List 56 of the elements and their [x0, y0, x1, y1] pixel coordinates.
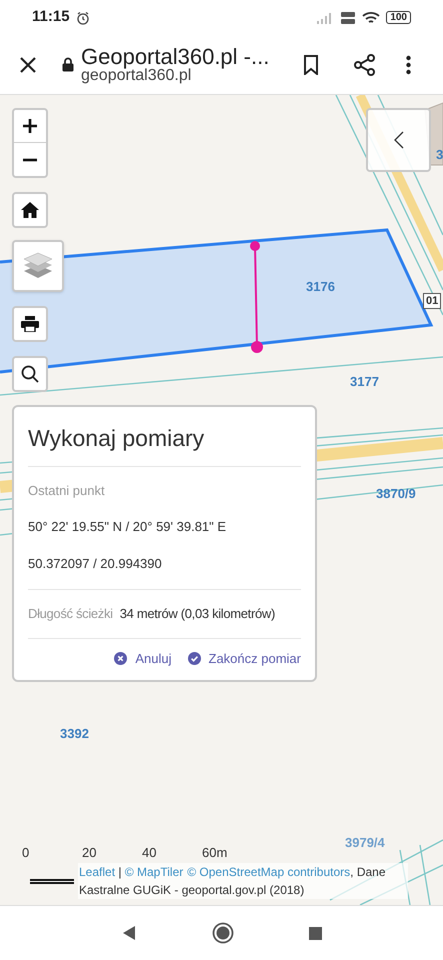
- search-button[interactable]: [12, 356, 48, 392]
- bookmark-icon: [303, 54, 319, 74]
- scale-label: 40: [142, 845, 158, 860]
- sidebar-toggle-button[interactable]: [366, 108, 431, 172]
- layers-icon: [22, 251, 54, 281]
- attribution-link[interactable]: © MapTiler: [124, 865, 184, 879]
- share-icon: [354, 54, 376, 76]
- parcel-number: 3: [436, 146, 443, 164]
- back-button[interactable]: [120, 925, 136, 941]
- scale-label: 60m: [202, 845, 228, 860]
- parcel-number: 3979/4: [345, 834, 385, 852]
- clock-time: 11:15: [32, 7, 70, 28]
- print-button[interactable]: [12, 306, 48, 342]
- share-button[interactable]: [353, 52, 377, 76]
- recents-button[interactable]: [308, 926, 322, 940]
- layers-button[interactable]: [12, 240, 64, 292]
- page-title: Geoportal360.pl -...: [81, 46, 270, 68]
- panel-title: Wykonaj pomiary: [28, 424, 206, 453]
- home-nav-button[interactable]: [212, 922, 234, 944]
- scale-label: 0: [22, 845, 30, 860]
- home-button[interactable]: [12, 192, 48, 228]
- triangle-left-icon: [122, 926, 134, 940]
- parcel-number: 3870/9: [376, 485, 416, 503]
- path-length-value: 34 metrów (0,03 kilometrów): [120, 605, 275, 623]
- square-icon: [309, 926, 322, 940]
- parcel-number: 01: [423, 293, 442, 309]
- printer-icon: [21, 316, 39, 332]
- parcel-number: 3392: [60, 725, 89, 743]
- map-attribution: Leaflet | © MapTiler © OpenStreetMap contributors, Dane Kastralne GUGiK - geoportal.gov.pl (2018): [78, 863, 408, 899]
- path-length-label: Długość ścieżki: [28, 605, 113, 623]
- parcel-number: 3177: [350, 373, 379, 391]
- minus-icon: [23, 158, 37, 162]
- parcel-number: 3176: [306, 278, 335, 296]
- search-icon: [21, 365, 39, 383]
- scale-bar: [30, 879, 74, 884]
- attribution-link[interactable]: Leaflet: [79, 865, 116, 879]
- scale-label: 20: [82, 845, 98, 860]
- circle-icon: [212, 922, 234, 944]
- close-icon: [19, 56, 37, 74]
- section-label: Ostatni punkt: [28, 482, 106, 500]
- cancel-button[interactable]: Anuluj: [114, 648, 172, 668]
- plus-icon: [23, 119, 37, 133]
- coordinates-decimal: 50.372097 / 20.994390: [28, 554, 163, 572]
- wifi-icon: [362, 10, 380, 24]
- alarm-icon: [76, 10, 90, 24]
- coordinates-dms: 50° 22' 19.55" N / 20° 59' 39.81" E: [28, 518, 228, 536]
- finish-measurement-button[interactable]: Zakończ pomiar: [188, 648, 301, 668]
- page-url: geoportal360.pl: [81, 68, 192, 84]
- menu-icon: [406, 54, 410, 74]
- cancel-icon: [114, 652, 128, 665]
- lock-icon: [62, 57, 74, 72]
- home-icon: [21, 202, 39, 218]
- check-icon: [188, 652, 201, 665]
- attribution-link[interactable]: © OpenStreetMap contributors: [187, 865, 350, 879]
- chevron-left-icon: [394, 131, 404, 149]
- battery-indicator: 100: [386, 11, 411, 24]
